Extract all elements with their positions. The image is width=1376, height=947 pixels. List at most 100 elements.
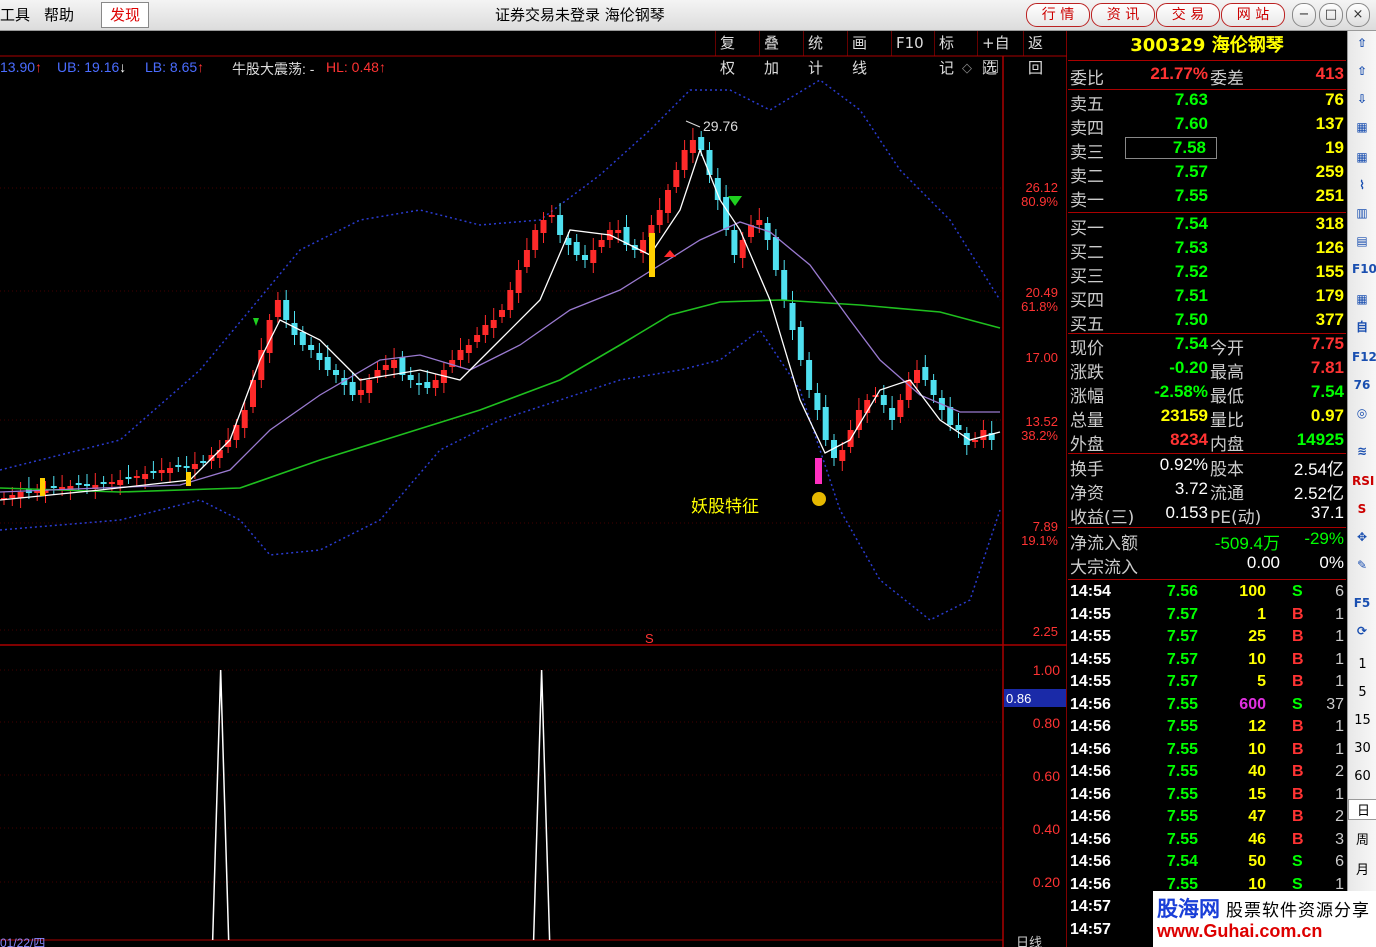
menu-tools[interactable]: 工具 [0, 4, 30, 25]
tick-time: 14:56 [1070, 830, 1111, 848]
candle-body [9, 495, 16, 498]
side-tool-icon[interactable]: F12 [1352, 347, 1376, 367]
market-button[interactable]: 行 情 [1026, 3, 1090, 27]
website-button[interactable]: 网 站 [1221, 3, 1285, 27]
flow-percent: -29% [1304, 529, 1344, 548]
candle-body [731, 230, 738, 255]
weibi-value: 21.77% [1150, 64, 1208, 83]
news-button[interactable]: 资 讯 [1091, 3, 1155, 27]
tick-count: 2 [1335, 808, 1344, 825]
candle-body [349, 382, 356, 395]
title-bar: 工具 帮助 发现 证券交易未登录 海伦钢琴 行 情 资 讯 交 易 网 站 − … [0, 0, 1376, 31]
menu-discover[interactable]: 发现 [101, 2, 149, 28]
period-button[interactable]: 30 [1348, 741, 1376, 756]
tick-side: B [1292, 785, 1304, 803]
side-tool-icon[interactable]: ⇧ [1352, 33, 1372, 53]
tick-count: 37 [1326, 695, 1344, 713]
side-tool-icon[interactable]: ⇧ [1352, 61, 1372, 81]
bid-label: 买二 [1070, 243, 1104, 263]
period-button[interactable]: 日 [1348, 799, 1376, 820]
bid-label: 买四 [1070, 291, 1104, 311]
candle-body [84, 484, 90, 486]
close-button[interactable]: × [1346, 3, 1370, 27]
candle-body [191, 464, 198, 469]
side-tool-icon[interactable]: ✎ [1352, 555, 1372, 575]
side-tool-icon[interactable]: ⇩ [1352, 89, 1372, 109]
tick-side: S [1292, 583, 1303, 600]
tick-time: 14:55 [1070, 650, 1111, 668]
trade-button[interactable]: 交 易 [1156, 3, 1220, 27]
tick-time: 14:57 [1070, 920, 1111, 938]
diamond-icon[interactable]: ◇ [962, 61, 972, 76]
candle-body [806, 360, 813, 390]
tick-time: 14:54 [1070, 583, 1111, 600]
candle-body [357, 390, 364, 395]
side-tool-icon[interactable]: S [1352, 499, 1372, 519]
side-tool-icon[interactable]: ▥ [1352, 203, 1372, 223]
side-tool-icon[interactable]: ▦ [1352, 117, 1372, 137]
kline-chart[interactable]: 29.76 妖股特征 S 26.1280.9% 20.4961.8% 17.00 13.5… [0, 31, 1067, 947]
tick-row: 14:56 7.55 15 B 1 [1068, 786, 1346, 808]
candle-body [158, 470, 165, 473]
panel-toggle-icon[interactable] [983, 60, 998, 73]
tick-time: 14:55 [1070, 628, 1111, 645]
weicha-label: 委差 [1210, 69, 1244, 89]
indicator-hl: HL: 0.48↑ [326, 59, 386, 75]
candle-body [897, 400, 904, 417]
ask-volume: 251 [1315, 186, 1344, 205]
candle-body [532, 230, 539, 250]
side-tool-icon[interactable]: ◎ [1352, 403, 1372, 423]
period-button[interactable]: 1 [1348, 657, 1376, 672]
period-button[interactable]: 月 [1348, 859, 1376, 878]
tick-side: B [1292, 650, 1304, 668]
side-tool-icon[interactable]: RSI [1352, 471, 1374, 491]
side-tool-icon[interactable]: ▤ [1352, 231, 1372, 251]
tick-row: 14:55 7.57 5 B 1 [1068, 673, 1346, 695]
candle-body [706, 150, 713, 175]
side-tool-icon[interactable]: F10 [1352, 259, 1376, 279]
tick-volume: 50 [1248, 853, 1266, 870]
period-button[interactable]: 15 [1348, 713, 1376, 728]
ask-volume: 259 [1315, 162, 1344, 181]
side-tool-icon[interactable]: 自 [1352, 317, 1372, 337]
candle-body [490, 320, 497, 328]
side-tool-icon[interactable]: ✥ [1352, 527, 1372, 547]
tick-side: B [1292, 830, 1304, 848]
candle-body [424, 382, 431, 388]
ask-price: 7.58 [1125, 137, 1217, 159]
stat-label: 外盘 [1070, 435, 1104, 455]
tick-count: 3 [1335, 830, 1344, 848]
restore-button[interactable]: □ [1319, 3, 1343, 27]
minimize-button[interactable]: − [1292, 3, 1316, 27]
stat-label: 收益(三) [1070, 508, 1135, 528]
side-tool-icon[interactable]: 76 [1352, 375, 1372, 395]
side-tool-icon[interactable]: ▦ [1352, 289, 1372, 309]
menu-help[interactable]: 帮助 [44, 4, 74, 25]
candle-body [598, 240, 605, 247]
side-tool-icon[interactable]: F5 [1352, 593, 1372, 613]
tick-volume: 46 [1248, 830, 1266, 848]
bid-price: 7.50 [1174, 310, 1208, 329]
ask-label: 卖三 [1070, 143, 1104, 163]
stat-row: 收益(三) 0.153 PE(动) 37.1 [1068, 503, 1346, 528]
candle-body [366, 380, 373, 393]
period-button[interactable]: 60 [1348, 769, 1376, 784]
tick-count: 1 [1335, 605, 1344, 623]
side-tool-icon[interactable]: ⟳ [1352, 621, 1372, 641]
stat-value: 8234 [1170, 430, 1208, 449]
side-tool-icon[interactable]: ⌇ [1352, 175, 1372, 195]
watermark-brand: 股海网 [1157, 897, 1220, 921]
side-tool-icon[interactable]: ▦ [1352, 147, 1372, 167]
candle-body [133, 476, 140, 478]
tick-side: B [1292, 628, 1304, 645]
tick-row: 14:56 7.55 10 B 1 [1068, 741, 1346, 763]
side-toolbar: ⇧ ⇧ ⇩ ▦ ▦ ⌇ ▥ ▤ F10 ▦ 自 F12 76 ◎ ≋ RSI S ✥ ✎ F5 ⟳ 1 5 15 30 60 日周月 [1347, 31, 1376, 947]
tick-price: 7.55 [1166, 785, 1198, 803]
period-button[interactable]: 周 [1348, 829, 1376, 848]
price-axis-label: 26.12 [1025, 180, 1058, 195]
candle-body [108, 482, 115, 484]
period-button[interactable]: 5 [1348, 685, 1376, 700]
candle-body [573, 242, 580, 255]
side-tool-icon[interactable]: ≋ [1352, 441, 1372, 461]
candle-body [972, 440, 979, 442]
